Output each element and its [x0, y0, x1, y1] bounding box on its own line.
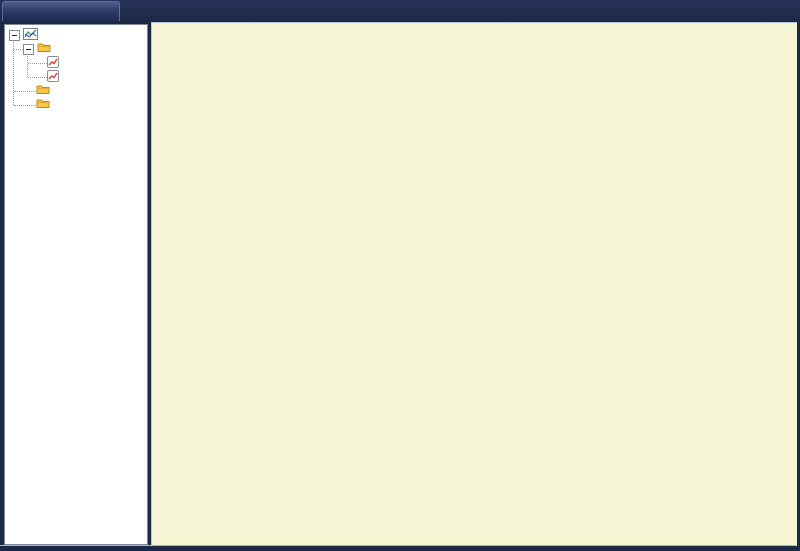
collapse-minus-icon[interactable]: [23, 44, 34, 55]
folder-icon: [36, 84, 50, 98]
tab-diagramm[interactable]: [2, 1, 120, 21]
tree-item-marker[interactable]: [5, 98, 147, 112]
tree-item-diagramm[interactable]: [5, 28, 147, 42]
tree-item-datenreihen[interactable]: [5, 42, 147, 56]
tree-item-hoehe-series[interactable]: [5, 56, 147, 70]
folder-icon: [36, 98, 50, 112]
app-window: { "tab_bar": { "tabs": [ { "label": "Dia…: [0, 0, 800, 551]
collapse-minus-icon[interactable]: [9, 30, 20, 41]
tab-bar: [0, 0, 800, 22]
diagram-icon: [23, 28, 38, 43]
series-icon: [47, 56, 59, 71]
tree: [5, 25, 147, 544]
sidebar-tree-panel: [4, 24, 148, 545]
series-icon: [47, 70, 59, 85]
tree-item-verknuepfte-achsen[interactable]: [5, 84, 147, 98]
bottom-separator: [0, 545, 796, 546]
folder-icon: [37, 42, 51, 56]
chart-panel: [151, 22, 797, 546]
chart-plot[interactable]: [152, 23, 797, 546]
tree-item-vario-series[interactable]: [5, 70, 147, 84]
